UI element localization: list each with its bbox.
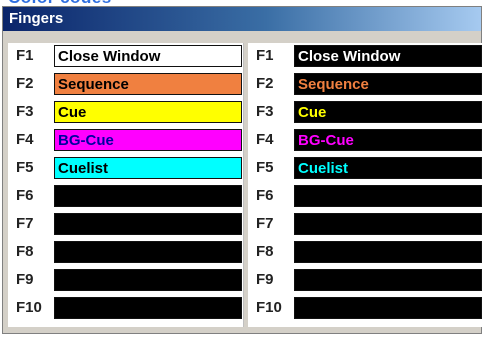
- function-key-label: F4: [256, 131, 274, 148]
- finger-slot[interactable]: BG-Cue: [294, 129, 482, 151]
- left-row-f7: F7: [8, 211, 244, 237]
- right-row-f9: F9: [248, 267, 484, 293]
- finger-slot[interactable]: [294, 269, 482, 291]
- finger-slot[interactable]: [54, 213, 242, 235]
- left-row-f1: F1 Close Window: [8, 43, 244, 69]
- function-key-label: F4: [16, 131, 34, 148]
- right-panel: F1 Close Window F2 Sequence F3 Cue F4 BG-Cue F5 C…: [248, 43, 484, 327]
- finger-slot[interactable]: BG-Cue: [54, 129, 242, 151]
- finger-slot-label: Sequence: [58, 76, 129, 93]
- finger-slot[interactable]: [294, 213, 482, 235]
- function-key-label: F3: [16, 103, 34, 120]
- left-panel: F1 Close Window F2 Sequence F3 Cue F4 BG-Cue F5 C…: [8, 43, 244, 327]
- finger-slot[interactable]: [54, 297, 242, 319]
- finger-slot-label: Close Window: [58, 48, 161, 65]
- function-key-label: F8: [16, 243, 34, 260]
- title-bar: Fingers: [3, 7, 481, 31]
- function-key-label: F6: [16, 187, 34, 204]
- finger-slot[interactable]: [294, 297, 482, 319]
- function-key-label: F10: [256, 299, 282, 316]
- finger-slot[interactable]: [294, 241, 482, 263]
- right-row-f5: F5 Cuelist: [248, 155, 484, 181]
- right-row-f10: F10: [248, 295, 484, 321]
- finger-slot[interactable]: Cue: [294, 101, 482, 123]
- function-key-label: F9: [16, 271, 34, 288]
- finger-slot-label: BG-Cue: [298, 132, 354, 149]
- right-row-f4: F4 BG-Cue: [248, 127, 484, 153]
- left-row-f2: F2 Sequence: [8, 71, 244, 97]
- finger-slot[interactable]: [294, 185, 482, 207]
- finger-slot[interactable]: Sequence: [294, 73, 482, 95]
- finger-slot[interactable]: [54, 241, 242, 263]
- right-row-f6: F6: [248, 183, 484, 209]
- function-key-label: F7: [16, 215, 34, 232]
- function-key-label: F8: [256, 243, 274, 260]
- window-title: Fingers: [9, 10, 64, 27]
- finger-slot-label: Sequence: [298, 76, 369, 93]
- finger-slot[interactable]: Cuelist: [294, 157, 482, 179]
- finger-slot[interactable]: Close Window: [54, 45, 242, 67]
- function-key-label: F2: [16, 75, 34, 92]
- finger-slot[interactable]: [54, 269, 242, 291]
- right-row-f8: F8: [248, 239, 484, 265]
- function-key-label: F9: [256, 271, 274, 288]
- left-row-f4: F4 BG-Cue: [8, 127, 244, 153]
- function-key-label: F10: [16, 299, 42, 316]
- finger-slot-label: Close Window: [298, 48, 401, 65]
- left-row-f6: F6: [8, 183, 244, 209]
- left-row-f9: F9: [8, 267, 244, 293]
- function-key-label: F7: [256, 215, 274, 232]
- finger-slot-label: BG-Cue: [58, 132, 114, 149]
- function-key-label: F6: [256, 187, 274, 204]
- right-row-f3: F3 Cue: [248, 99, 484, 125]
- right-row-f1: F1 Close Window: [248, 43, 484, 69]
- right-row-f7: F7: [248, 211, 484, 237]
- left-row-f3: F3 Cue: [8, 99, 244, 125]
- left-row-f5: F5 Cuelist: [8, 155, 244, 181]
- finger-slot[interactable]: Sequence: [54, 73, 242, 95]
- function-key-label: F1: [256, 47, 274, 64]
- function-key-label: F5: [16, 159, 34, 176]
- finger-slot[interactable]: Cuelist: [54, 157, 242, 179]
- finger-slot[interactable]: [54, 185, 242, 207]
- fingers-window: Fingers F1 Close Window F2 Sequence F3 Cue F4 B…: [2, 6, 484, 334]
- function-key-label: F2: [256, 75, 274, 92]
- right-row-f2: F2 Sequence: [248, 71, 484, 97]
- finger-slot-label: Cue: [298, 104, 327, 121]
- left-row-f8: F8: [8, 239, 244, 265]
- function-key-label: F5: [256, 159, 274, 176]
- finger-slot[interactable]: Close Window: [294, 45, 482, 67]
- function-key-label: F3: [256, 103, 274, 120]
- left-row-f10: F10: [8, 295, 244, 321]
- function-key-label: F1: [16, 47, 34, 64]
- finger-slot[interactable]: Cue: [54, 101, 242, 123]
- finger-slot-label: Cue: [58, 104, 87, 121]
- finger-slot-label: Cuelist: [298, 160, 349, 177]
- finger-slot-label: Cuelist: [58, 160, 109, 177]
